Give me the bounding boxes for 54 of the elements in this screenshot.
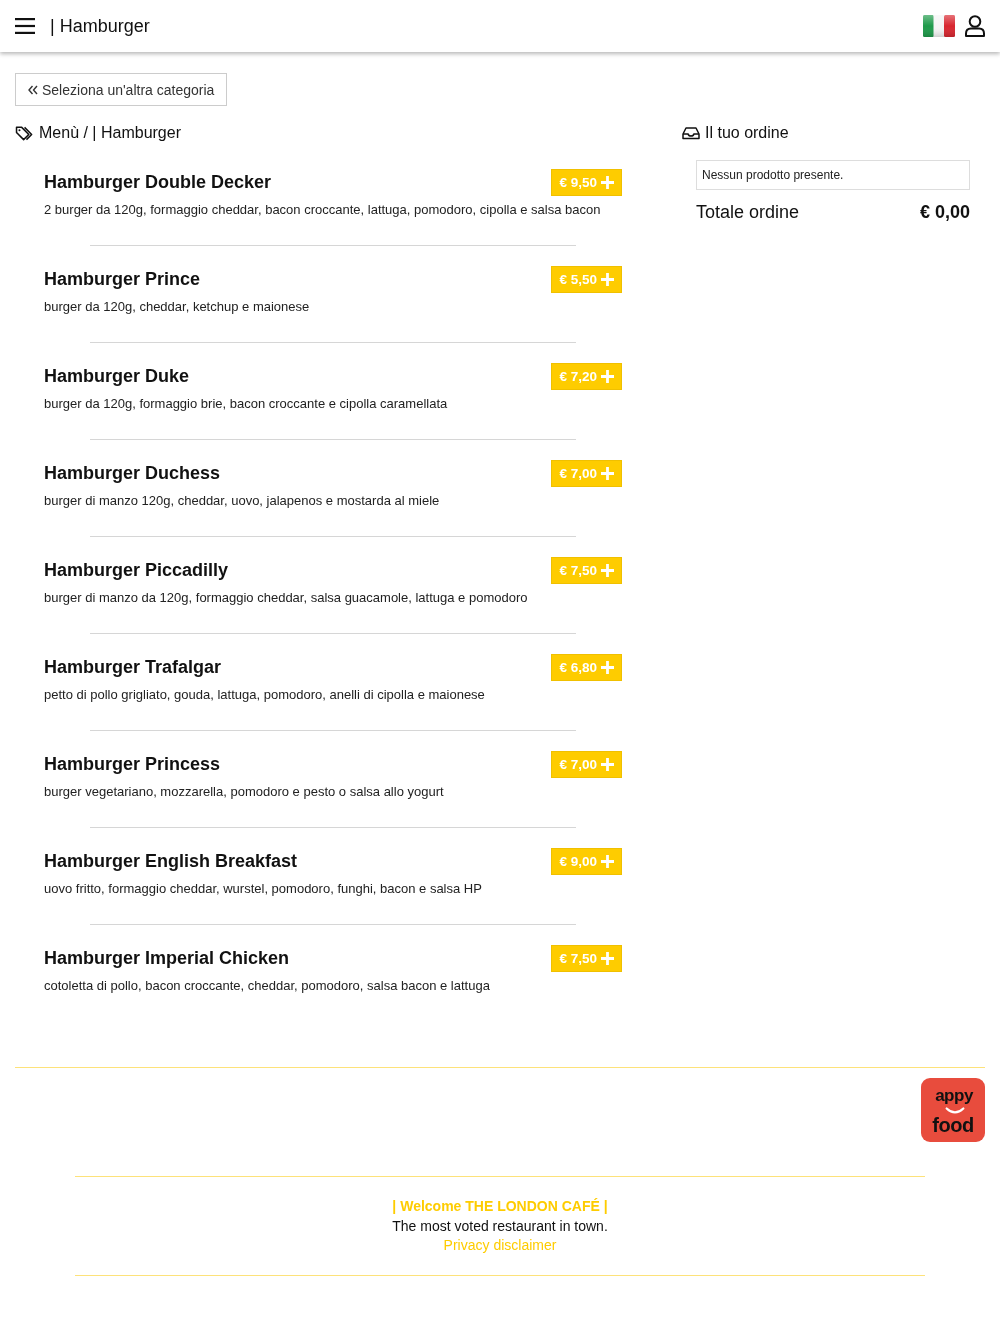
item-name: Hamburger Prince [44,269,201,290]
welcome-text: | Welcome THE LONDON CAFÉ | [392,1197,608,1216]
item-description: burger di manzo da 120g, formaggio cheddar, salsa guacamole, lattuga e pomodoro [44,589,529,607]
breadcrumb: Menù / | Hamburger [39,124,181,142]
item-description: burger di manzo 120g, cheddar, uovo, jalapenos e mostarda al miele [44,492,441,510]
user-icon[interactable] [965,15,985,37]
plus-icon [601,564,614,577]
add-price-button[interactable]: € 7,50 [551,945,622,972]
plus-icon [601,952,614,965]
plus-icon [601,758,614,771]
item-name: Hamburger Duke [44,366,190,387]
menu-icon[interactable] [15,18,35,34]
item-description: uovo fritto, formaggio cheddar, wurstel, pomodoro, funghi, bacon e salsa HP [44,880,483,898]
item-name: Hamburger English Breakfast [44,851,298,872]
item-name: Hamburger Double Decker [44,172,272,193]
page-title: | Hamburger [50,15,150,37]
add-price-button[interactable]: € 9,00 [551,848,622,875]
back-button[interactable]: Seleziona un'altra categoria [15,73,228,106]
add-price-button[interactable]: € 7,20 [551,363,622,390]
tray-icon [682,126,700,140]
total-value: € 0,00 [919,201,970,223]
add-price-button[interactable]: € 7,00 [551,751,622,778]
add-price-button[interactable]: € 7,50 [551,557,622,584]
double-chevron-left-icon [28,84,38,95]
item-name: Hamburger Princess [44,754,221,775]
logo-text: food [932,1114,974,1135]
total-label: Totale ordine [696,201,800,223]
item-description: burger da 120g, cheddar, ketchup e maionese [44,298,311,316]
logo-text: appy [935,1085,973,1106]
empty-order-message: Nessun prodotto presente. [702,168,844,182]
item-name: Hamburger Trafalgar [44,657,222,678]
plus-icon [601,661,614,674]
smile-icon [944,1106,965,1114]
item-description: burger da 120g, formaggio brie, bacon croccante e cipolla caramellata [44,395,449,413]
item-description: 2 burger da 120g, formaggio cheddar, bacon croccante, lattuga, pomodoro, cipolla e salsa bacon [44,201,602,219]
item-description: petto di pollo grigliato, gouda, lattuga, pomodoro, anelli di cipolla e maionese [44,686,486,704]
tagline-text: The most voted restaurant in town. [392,1217,608,1236]
plus-icon [601,855,614,868]
plus-icon [601,467,614,480]
add-price-button[interactable]: € 6,80 [551,654,622,681]
add-price-button[interactable]: € 7,00 [551,460,622,487]
plus-icon [601,176,614,189]
item-name: Hamburger Imperial Chicken [44,948,290,969]
add-price-button[interactable]: € 5,50 [551,266,622,293]
item-name: Hamburger Piccadilly [44,560,229,581]
item-description: cotoletta di pollo, bacon croccante, cheddar, pomodoro, salsa bacon e lattuga [44,977,491,995]
item-description: burger vegetariano, mozzarella, pomodoro e pesto o salsa allo yogurt [44,783,445,801]
plus-icon [601,370,614,383]
item-name: Hamburger Duchess [44,463,221,484]
order-title: Il tuo ordine [705,124,789,142]
add-price-button[interactable]: € 9,50 [551,169,622,196]
flag-icon[interactable] [923,15,955,37]
privacy-link[interactable]: Privacy disclaimer [443,1236,557,1255]
plus-icon [601,273,614,286]
